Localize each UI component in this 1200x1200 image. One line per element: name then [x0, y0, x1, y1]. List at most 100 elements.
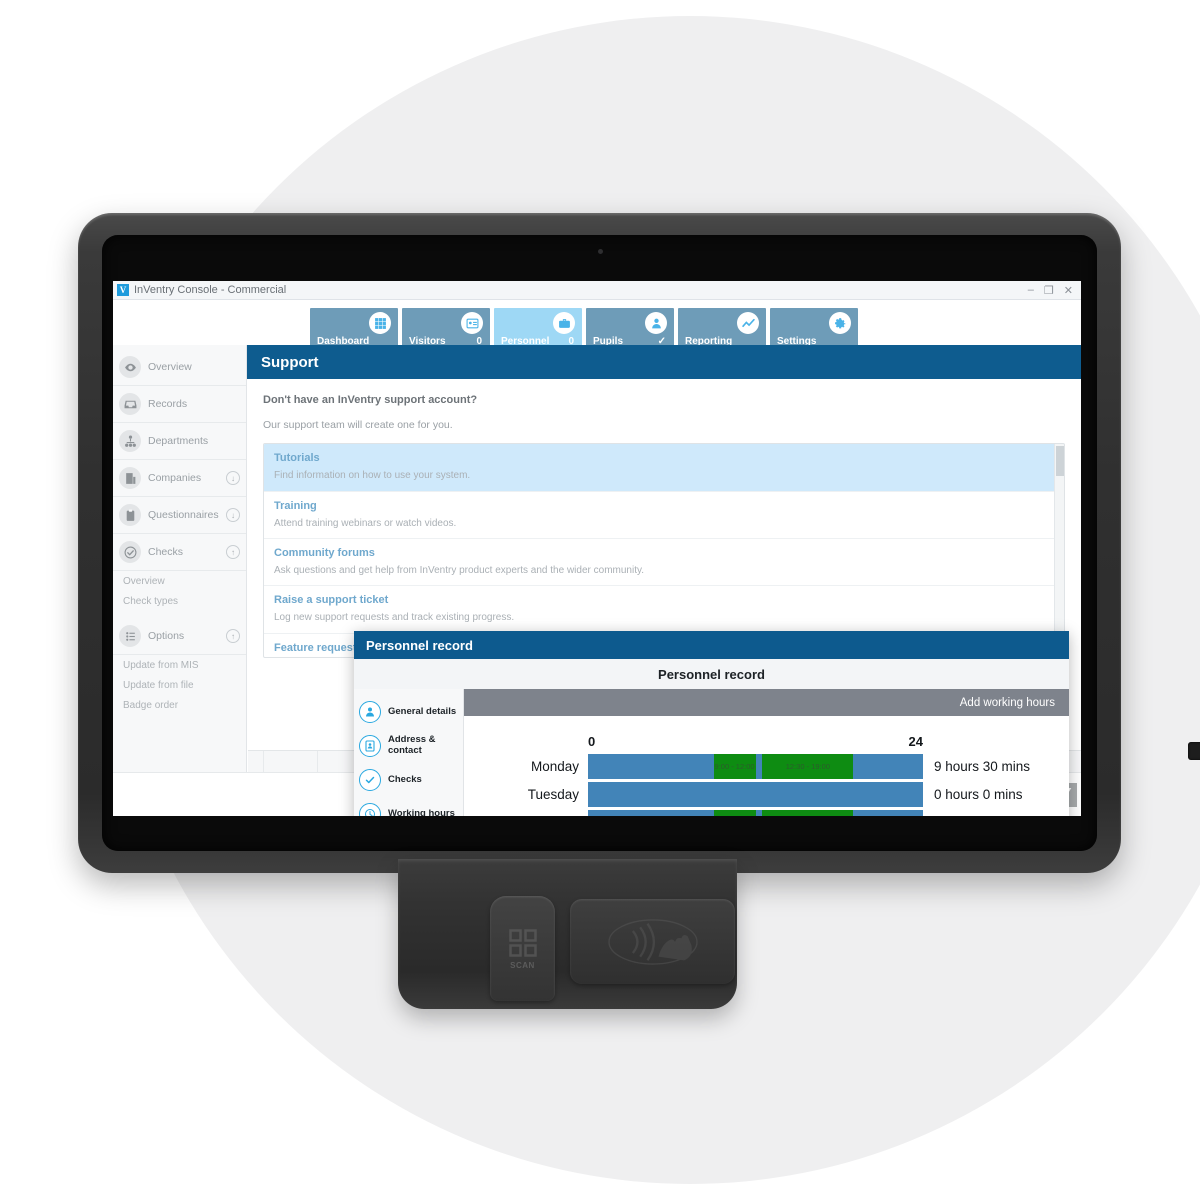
nav-tab-pupils[interactable]: Pupils ✓	[586, 308, 674, 350]
support-note: Our support team will create one for you…	[263, 418, 453, 431]
add-working-hours-button[interactable]: Add working hours	[960, 697, 1055, 709]
support-list-scrollbar[interactable]	[1054, 444, 1064, 658]
sidebar-item-label: Overview	[148, 361, 192, 373]
sidebar-item-checks[interactable]: Checks ↑	[113, 534, 246, 571]
check-icon	[359, 769, 381, 791]
dialog-tab-general-details[interactable]: General details	[354, 695, 463, 729]
chart-row-label: Monday	[530, 759, 579, 774]
working-hours-segment[interactable]: 12:30 - 19:00	[762, 754, 854, 779]
personnel-record-dialog: Personnel record Personnel record Genera…	[354, 631, 1069, 816]
org-chart-icon	[119, 430, 141, 452]
left-sidebar: Overview Records Departments Companies ↓…	[113, 345, 247, 816]
scrollbar-thumb[interactable]	[1056, 446, 1064, 477]
chart-scale-pad	[478, 734, 588, 751]
check-circle-icon	[119, 541, 141, 563]
support-panel-title: Support	[247, 345, 1081, 379]
working-hours-segment[interactable]: 12:30 - 19:00	[762, 810, 854, 816]
window-controls: – ❐ ✕	[1028, 284, 1077, 297]
dialog-tab-label: Working hours	[388, 807, 455, 816]
chart-row: Wednesday 9:00 - 12:00 12:30 - 19:00 9 hour…	[478, 810, 1055, 816]
qr-scan-pad[interactable]: SCAN	[490, 896, 555, 1001]
chart-rows: Monday 9:00 - 12:00 12:30 - 19:00 9 hours 3…	[478, 754, 1055, 816]
grid-cell	[248, 751, 264, 772]
nav-tab-dashboard[interactable]: Dashboard	[310, 308, 398, 350]
device-side-port	[1188, 742, 1200, 760]
nav-tab-settings[interactable]: Settings	[770, 308, 858, 350]
support-item-desc: Find information on how to use your syst…	[274, 470, 471, 482]
nav-tab-reporting[interactable]: Reporting	[678, 308, 766, 350]
dialog-titlebar: Personnel record	[354, 631, 1069, 659]
chart-row-track[interactable]	[588, 782, 923, 807]
sidebar-subitem-update-from-file[interactable]: Update from file	[113, 675, 246, 695]
support-item-title: Raise a support ticket	[274, 594, 389, 607]
chart-row: Monday 9:00 - 12:00 12:30 - 19:00 9 hours 3…	[478, 754, 1055, 779]
sidebar-subitem-checks-overview[interactable]: Overview	[113, 571, 246, 591]
chart-row-track[interactable]: 9:00 - 12:0012:30 - 19:00	[588, 754, 923, 779]
nav-tab-personnel[interactable]: Personnel 0	[494, 308, 582, 350]
gear-icon	[829, 312, 851, 334]
sidebar-subitem-badge-order[interactable]: Badge order	[113, 695, 246, 715]
main-navigation: Dashboard Visitors 0 Personnel 0 Pupils …	[113, 300, 1081, 350]
qr-code-icon	[508, 928, 537, 957]
chart-row-label: Wednesday	[478, 815, 588, 816]
contactless-hand-icon	[607, 918, 698, 965]
support-panel-body: Don't have an InVentry support account? …	[247, 379, 1081, 672]
axis-tick-max: 24	[908, 734, 923, 749]
dialog-content: Add working hours 0 24 Monday 9:00 - 12:0…	[464, 689, 1069, 816]
inventry-console-window: V InVentry Console - Commercial – ❐ ✕ Da…	[113, 281, 1081, 816]
list-icon	[119, 625, 141, 647]
restore-button[interactable]: ❐	[1044, 284, 1054, 297]
minimize-button[interactable]: –	[1028, 284, 1034, 297]
dialog-tab-checks[interactable]: Checks	[354, 763, 463, 797]
dialog-tab-label: Checks	[388, 773, 422, 785]
list-item[interactable]: Training Attend training webinars or wat…	[264, 492, 1064, 540]
close-button[interactable]: ✕	[1064, 284, 1073, 297]
dialog-main: General details Address & contact Checks…	[354, 689, 1069, 816]
list-item[interactable]: Tutorials Find information on how to use…	[264, 444, 1064, 492]
working-hours-segment[interactable]: 9:00 - 12:00	[713, 810, 756, 816]
chevron-down-icon[interactable]: ↓	[226, 508, 240, 522]
sidebar-divider	[113, 611, 246, 618]
chart-line-icon	[737, 312, 759, 334]
support-item-title: Tutorials	[274, 452, 320, 465]
chevron-up-icon[interactable]: ↑	[226, 629, 240, 643]
building-icon	[119, 467, 141, 489]
list-item[interactable]: Raise a support ticket Log new support r…	[264, 586, 1064, 634]
nav-tab-visitors[interactable]: Visitors 0	[402, 308, 490, 350]
dialog-tab-list: General details Address & contact Checks…	[354, 689, 464, 816]
window-titlebar: V InVentry Console - Commercial – ❐ ✕	[113, 281, 1081, 300]
dialog-tab-address-contact[interactable]: Address & contact	[354, 729, 463, 763]
sidebar-subitem-update-from-mis[interactable]: Update from MIS	[113, 655, 246, 675]
clock-icon	[359, 803, 381, 816]
briefcase-icon	[553, 312, 575, 334]
sidebar-item-departments[interactable]: Departments	[113, 423, 246, 460]
sidebar-item-records[interactable]: Records	[113, 386, 246, 423]
support-item-title: Training	[274, 499, 317, 512]
sidebar-item-label: Records	[148, 398, 188, 410]
dialog-tab-label: General details	[388, 705, 457, 717]
address-card-icon	[359, 735, 381, 757]
sidebar-item-questionnaires[interactable]: Questionnaires ↓	[113, 497, 246, 534]
camera-icon	[597, 249, 603, 254]
sidebar-subitem-check-types[interactable]: Check types	[113, 591, 246, 611]
axis-tick-min: 0	[588, 734, 596, 749]
chevron-down-icon[interactable]: ↓	[226, 471, 240, 485]
nfc-contactless-pad[interactable]	[570, 899, 735, 984]
person-icon	[645, 312, 667, 334]
working-hours-chart: 0 24 Monday 9:00 - 12:00 12:30 - 19:00 9 ho…	[464, 716, 1069, 816]
chart-row-value: 9 hours 30 mins	[923, 815, 1055, 816]
dialog-tab-label: Address & contact	[388, 734, 436, 756]
person-icon	[359, 701, 381, 723]
dialog-tab-working-hours[interactable]: Working hours	[354, 797, 463, 816]
sidebar-item-options[interactable]: Options ↑	[113, 618, 246, 655]
sidebar-item-companies[interactable]: Companies ↓	[113, 460, 246, 497]
chevron-up-icon[interactable]: ↑	[226, 545, 240, 559]
support-item-title: Community forums	[274, 547, 375, 560]
sidebar-item-label: Companies	[148, 472, 202, 484]
chart-row-track[interactable]: 9:00 - 12:00 12:30 - 19:00	[588, 810, 923, 816]
working-hours-segment[interactable]: 9:00 - 12:00	[713, 754, 756, 779]
sidebar-item-overview[interactable]: Overview	[113, 349, 246, 386]
dialog-heading: Personnel record	[354, 659, 1069, 689]
list-item[interactable]: Community forums Ask questions and get h…	[264, 539, 1064, 587]
chart-scale: 0 24	[478, 734, 1055, 751]
